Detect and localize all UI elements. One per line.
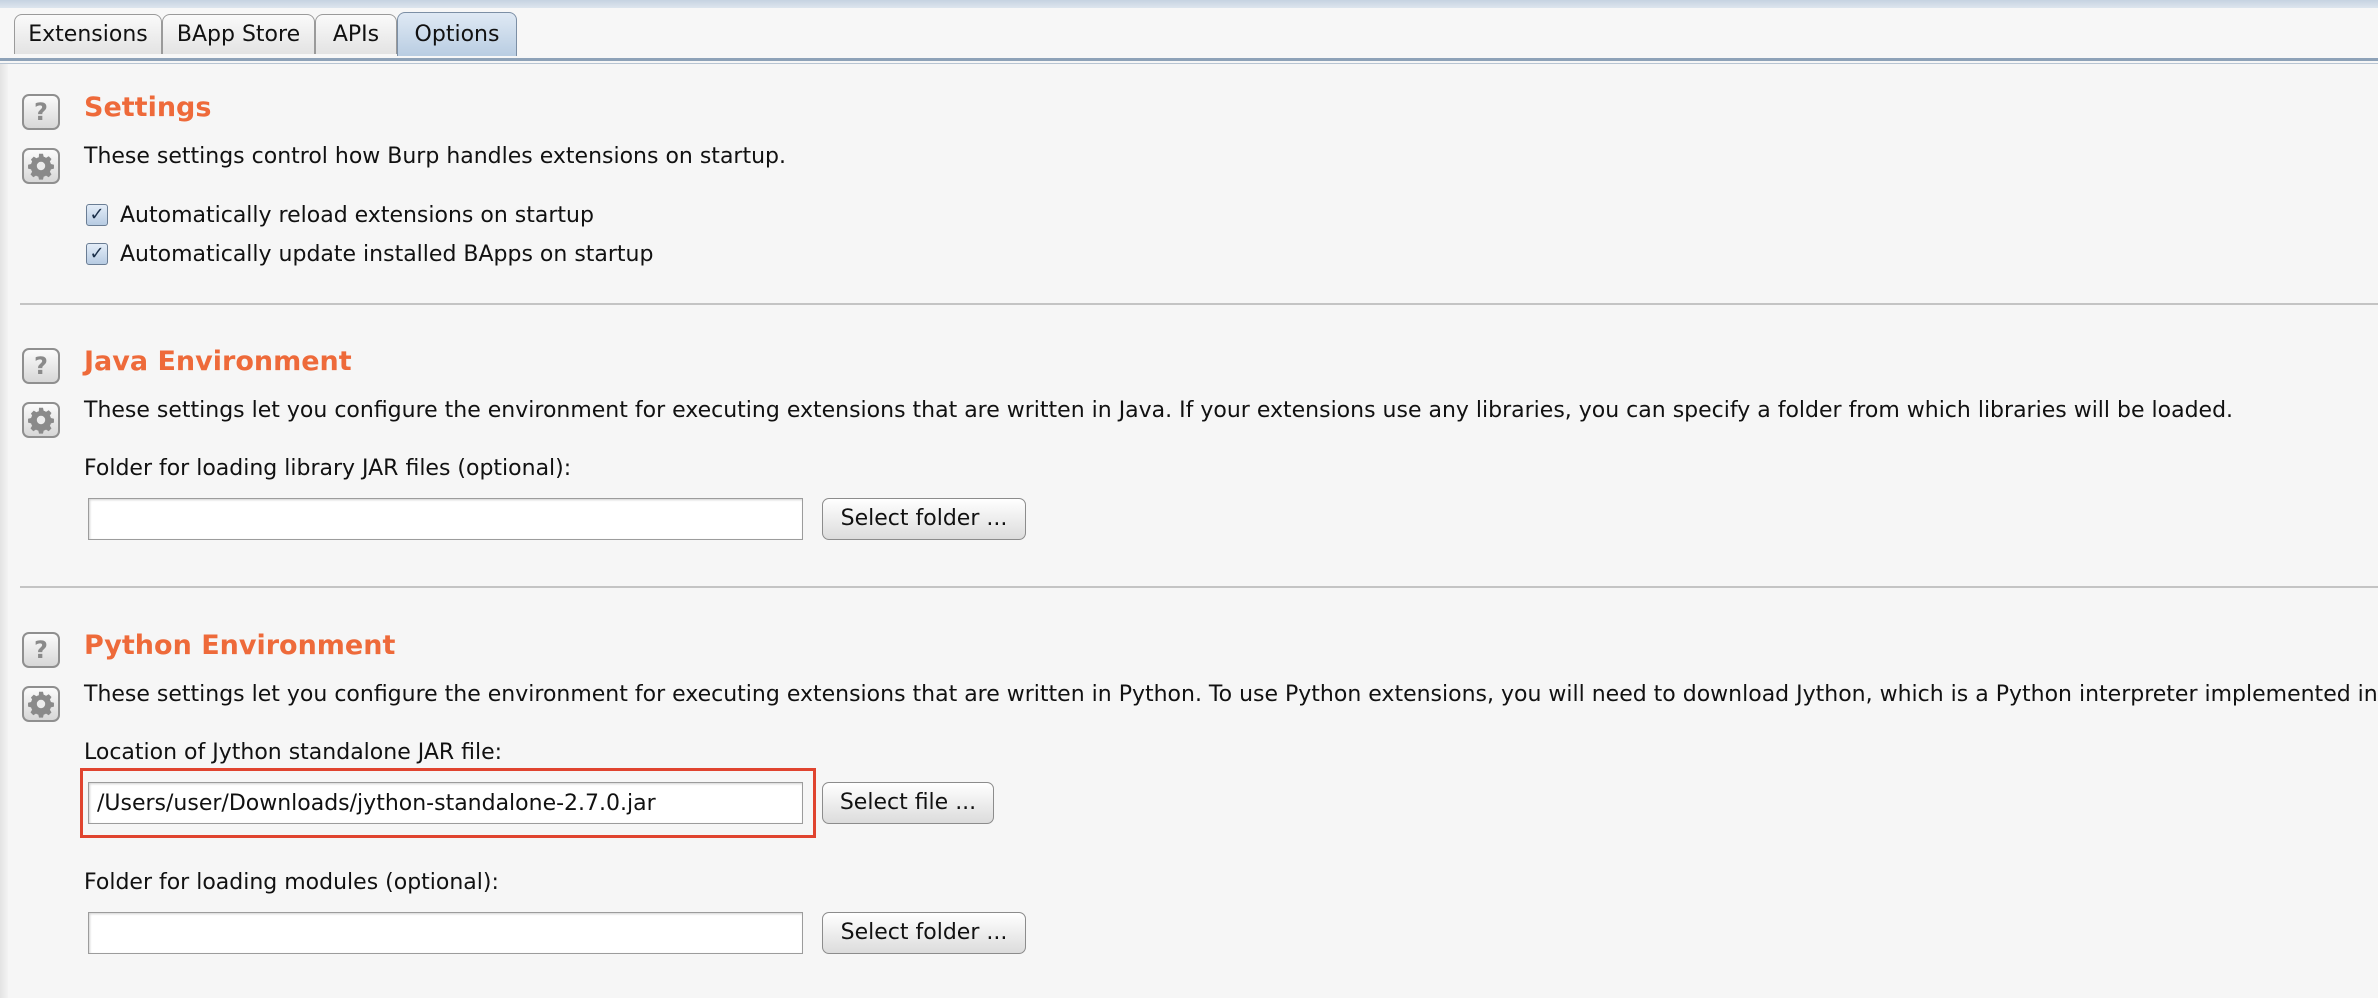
tab-bar: Extensions BApp Store APIs Options: [0, 8, 2378, 58]
help-icon[interactable]: ?: [22, 632, 60, 668]
python-environment-description: These settings let you configure the env…: [84, 682, 2378, 707]
reload-extensions-checkbox[interactable]: ✓: [86, 204, 108, 226]
tab-options[interactable]: Options: [397, 12, 517, 56]
java-environment-description: These settings let you configure the env…: [84, 398, 2234, 423]
tab-separator: [0, 58, 2378, 61]
help-icon[interactable]: ?: [22, 348, 60, 384]
reload-extensions-option[interactable]: ✓ Automatically reload extensions on sta…: [86, 202, 594, 228]
python-select-folder-button[interactable]: Select folder ...: [822, 912, 1026, 954]
tab-apis[interactable]: APIs: [315, 14, 397, 54]
reload-extensions-label: Automatically reload extensions on start…: [120, 202, 594, 228]
update-bapps-option[interactable]: ✓ Automatically update installed BApps o…: [86, 241, 653, 267]
python-select-file-button[interactable]: Select file ...: [822, 782, 994, 824]
question-mark-glyph: ?: [34, 98, 48, 126]
gear-glyph: [28, 153, 54, 180]
python-environment-heading: Python Environment: [84, 630, 396, 661]
question-mark-glyph: ?: [34, 636, 48, 664]
tab-bapp-store[interactable]: BApp Store: [162, 14, 315, 54]
gear-icon[interactable]: [22, 402, 60, 438]
question-mark-glyph: ?: [34, 352, 48, 380]
gear-icon[interactable]: [22, 686, 60, 722]
left-edge: [0, 64, 8, 998]
gear-glyph: [28, 407, 54, 434]
java-select-folder-button[interactable]: Select folder ...: [822, 498, 1026, 540]
section-divider: [20, 586, 2378, 588]
java-library-folder-input[interactable]: [88, 498, 803, 540]
python-modules-folder-input[interactable]: [88, 912, 803, 954]
jython-jar-path-input[interactable]: [88, 782, 803, 824]
section-divider: [20, 303, 2378, 305]
update-bapps-label: Automatically update installed BApps on …: [120, 241, 654, 267]
settings-description: These settings control how Burp handles …: [84, 144, 786, 169]
java-folder-label: Folder for loading library JAR files (op…: [84, 456, 572, 481]
tab-separator-inner: [0, 63, 2378, 64]
help-icon[interactable]: ?: [22, 94, 60, 130]
update-bapps-checkbox[interactable]: ✓: [86, 243, 108, 265]
tab-extensions[interactable]: Extensions: [14, 14, 162, 54]
java-environment-heading: Java Environment: [84, 346, 352, 377]
gear-glyph: [28, 691, 54, 718]
jython-jar-label: Location of Jython standalone JAR file:: [84, 740, 503, 765]
settings-heading: Settings: [84, 92, 212, 123]
python-modules-label: Folder for loading modules (optional):: [84, 870, 499, 895]
gear-icon[interactable]: [22, 148, 60, 184]
